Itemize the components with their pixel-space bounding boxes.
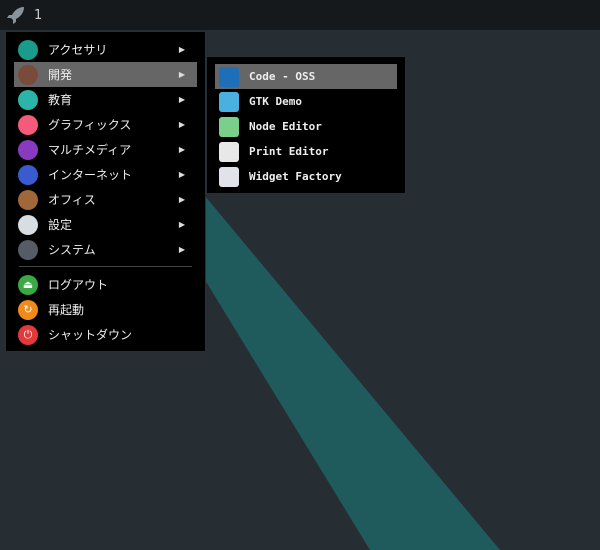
multimedia-icon [18,139,38,160]
submenu-arrow-icon: ▶ [178,220,185,229]
system-gear-icon [18,239,38,260]
menu-item-label: ログアウト [48,278,109,292]
application-menu: アクセサリ ▶ 開発 ▶ 教育 ▶ グラフィックス ▶ マルチメディア ▶ インターネット ▶ オフィス… [5,31,206,352]
submenu-arrow-icon: ▶ [178,95,185,104]
development-hammer-icon [18,64,38,85]
graphics-icon [18,114,38,135]
menu-item[interactable]: グラフィックス ▶ [14,112,197,137]
menu-item-label: 開発 [48,68,73,82]
menu-item-label: マルチメディア [48,143,132,157]
menu-item-label: 設定 [48,218,73,232]
node-editor-icon [219,116,239,137]
menu-item[interactable]: 教育 ▶ [14,87,197,112]
menu-item[interactable]: インターネット ▶ [14,162,197,187]
office-briefcase-icon [18,189,38,210]
print-editor-icon [219,141,239,162]
rocket-launcher-icon[interactable] [6,5,26,25]
menu-item-label: オフィス [48,193,96,207]
menu-item[interactable]: Widget Factory [215,164,397,189]
menu-item[interactable]: ⏏ ログアウト [14,272,197,297]
menu-item[interactable]: マルチメディア ▶ [14,137,197,162]
menu-item[interactable]: システム ▶ [14,237,197,262]
accessories-icon [18,39,38,60]
submenu-arrow-icon: ▶ [178,170,185,179]
menu-item-label: グラフィックス [48,118,132,132]
menu-item[interactable]: ↻ 再起動 [14,297,197,322]
shutdown-icon: ⏻ [18,324,38,345]
submenu-arrow-icon: ▶ [178,245,185,254]
submenu-arrow-icon: ▶ [178,195,185,204]
menu-item[interactable]: アクセサリ ▶ [14,37,197,62]
gtk-cube-icon [219,91,239,112]
widget-factory-icon [219,166,239,187]
menu-item-label: GTK Demo [249,95,302,108]
menu-item-label: Print Editor [249,145,329,158]
menu-item[interactable]: 開発 ▶ [14,62,197,87]
menu-item-label: Node Editor [249,120,322,133]
settings-icon [18,214,38,235]
menu-item-label: Widget Factory [249,170,342,183]
menu-item[interactable]: Code - OSS [215,64,397,89]
vscode-icon [219,66,239,87]
submenu-arrow-icon: ▶ [178,145,185,154]
menu-item-label: シャットダウン [48,328,133,342]
menu-item[interactable]: オフィス ▶ [14,187,197,212]
menu-item-label: アクセサリ [48,43,108,57]
top-panel: 1 [0,0,600,30]
logout-icon: ⏏ [18,274,38,295]
menu-item-label: システム [48,243,96,257]
menu-separator [19,266,192,267]
menu-item-label: インターネット [48,168,133,182]
internet-icon [18,164,38,185]
education-atom-icon [18,89,38,110]
restart-icon: ↻ [18,299,38,320]
development-submenu: Code - OSS GTK Demo Node Editor Print Edito… [206,56,406,194]
menu-item[interactable]: Node Editor [215,114,397,139]
submenu-arrow-icon: ▶ [178,120,185,129]
menu-item[interactable]: 設定 ▶ [14,212,197,237]
menu-item[interactable]: ⏻ シャットダウン [14,322,197,347]
menu-item[interactable]: GTK Demo [215,89,397,114]
menu-item-label: Code - OSS [249,70,316,83]
submenu-arrow-icon: ▶ [178,45,185,54]
menu-item-label: 教育 [48,93,73,107]
menu-item-label: 再起動 [48,303,85,317]
workspace-number[interactable]: 1 [34,8,42,23]
menu-item[interactable]: Print Editor [215,139,397,164]
submenu-arrow-icon: ▶ [178,70,185,79]
